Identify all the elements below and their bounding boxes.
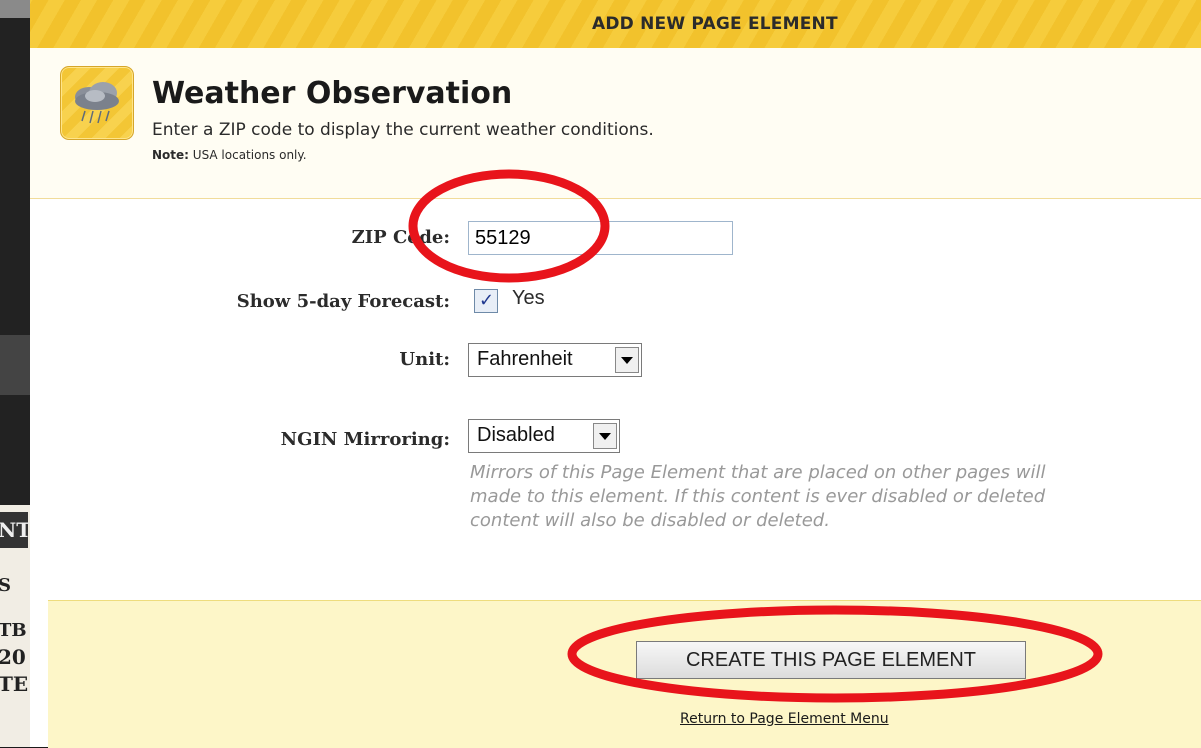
help-line: content will also be disabled or deleted… — [470, 510, 830, 531]
zip-code-input[interactable] — [468, 221, 733, 255]
background-text-fragment: TE — [0, 672, 29, 696]
background-text-fragment: S — [0, 575, 11, 596]
unit-label: Unit: — [399, 349, 450, 370]
background-text-fragment: NT — [0, 512, 30, 548]
zip-code-label: ZIP Code: — [351, 227, 450, 248]
note-text: USA locations only. — [188, 148, 307, 162]
element-header: Weather Observation Enter a ZIP code to … — [30, 48, 1201, 199]
mirroring-help-text: Mirrors of this Page Element that are pl… — [470, 461, 1201, 533]
forecast-option-label: Yes — [512, 287, 545, 309]
note-label: Note: — [152, 148, 189, 162]
element-title: Weather Observation — [152, 76, 513, 111]
add-page-element-modal: ADD NEW PAGE ELEMENT Weather Observation… — [30, 0, 1201, 748]
modal-titlebar: ADD NEW PAGE ELEMENT — [30, 0, 1201, 49]
checkmark-icon: ✓ — [479, 290, 495, 311]
unit-selected-value: Fahrenheit — [477, 348, 573, 370]
background-band — [0, 0, 30, 18]
dropdown-arrow-icon[interactable] — [615, 347, 639, 373]
background-band — [0, 335, 30, 395]
dropdown-arrow-icon[interactable] — [593, 423, 617, 449]
element-note: Note: USA locations only. — [152, 148, 307, 162]
create-page-element-button[interactable]: CREATE THIS PAGE ELEMENT — [636, 641, 1026, 679]
element-description: Enter a ZIP code to display the current … — [152, 120, 654, 140]
weather-cloud-icon — [60, 66, 134, 140]
unit-select[interactable]: Fahrenheit — [468, 343, 642, 377]
mirroring-label: NGIN Mirroring: — [280, 429, 450, 450]
forecast-checkbox[interactable]: ✓ — [474, 289, 498, 313]
modal-footer: CREATE THIS PAGE ELEMENT Return to Page … — [48, 600, 1201, 748]
help-line: made to this element. If this content is… — [470, 486, 1046, 507]
modal-title: ADD NEW PAGE ELEMENT — [592, 14, 838, 34]
forecast-label: Show 5-day Forecast: — [236, 291, 450, 312]
background-text-fragment: 20 — [0, 645, 26, 669]
return-to-menu-link[interactable]: Return to Page Element Menu — [680, 711, 889, 727]
help-line: Mirrors of this Page Element that are pl… — [470, 462, 1046, 483]
background-text-fragment: TB — [0, 620, 27, 641]
background-page-strip: NT S TB 20 TE — [0, 0, 30, 747]
element-form: ZIP Code: Show 5-day Forecast: ✓ Yes Uni… — [30, 199, 1201, 599]
mirroring-select[interactable]: Disabled — [468, 419, 620, 453]
mirroring-selected-value: Disabled — [477, 424, 555, 446]
